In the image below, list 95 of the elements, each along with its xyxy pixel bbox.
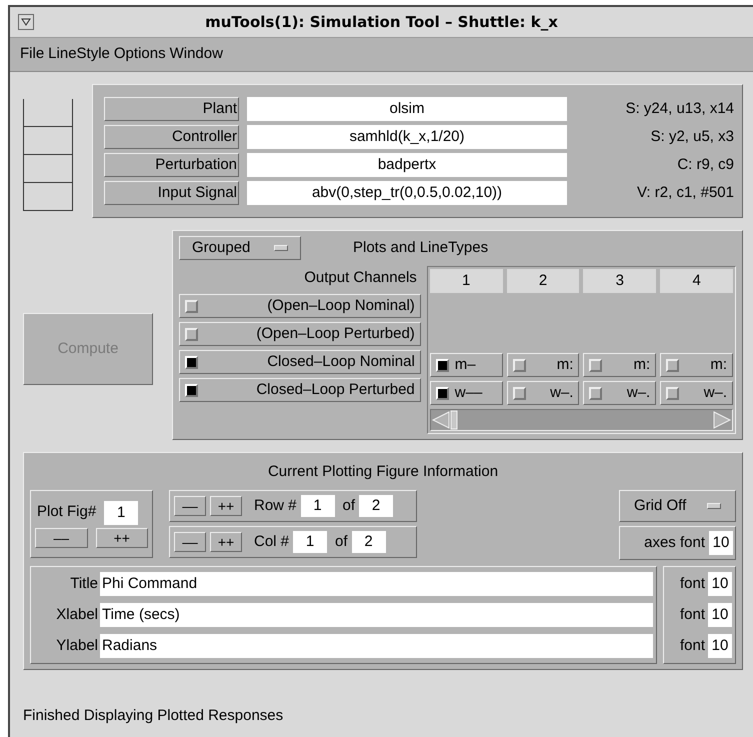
font-size-field[interactable]: 10 xyxy=(709,531,733,555)
column-header: 1 xyxy=(430,269,503,293)
text-field[interactable]: Phi Command xyxy=(100,572,653,596)
plot-fig-field[interactable]: 1 xyxy=(104,500,138,524)
of-label: of xyxy=(335,532,348,552)
decrement-button[interactable]: –– xyxy=(174,496,206,516)
field-button[interactable]: Plant xyxy=(104,97,239,121)
linetype-toggle[interactable]: m: xyxy=(506,353,580,377)
info-text: V: r2, c1, #501 xyxy=(636,182,734,203)
info-text: S: y24, u13, x14 xyxy=(624,98,734,119)
linetype-toggle[interactable]: w–– xyxy=(430,381,503,405)
column-header-label: Output Channels xyxy=(303,268,418,288)
number-field[interactable]: 1 xyxy=(300,495,335,517)
font-size-field[interactable]: 10 xyxy=(708,634,732,658)
linetype-label: m: xyxy=(634,354,650,375)
scroll-left-icon[interactable] xyxy=(430,410,459,430)
linetype-label: m: xyxy=(556,354,574,375)
field-label: Title xyxy=(69,574,99,594)
axes-font-label: axes font xyxy=(644,532,705,553)
increment-button[interactable]: ++ xyxy=(210,496,242,516)
input-field[interactable]: badpertx xyxy=(247,153,567,177)
grouped-dropdown[interactable]: Grouped xyxy=(179,236,301,260)
field-button[interactable]: Input Signal xyxy=(104,181,239,205)
linetype-toggle[interactable]: m– xyxy=(430,353,503,377)
menu-icon[interactable] xyxy=(18,14,34,30)
slot-box[interactable] xyxy=(23,99,73,127)
linetype-toggle[interactable]: m: xyxy=(660,353,734,377)
plot-fig-label: Plot Fig# xyxy=(37,502,96,522)
linetype-label: w–. xyxy=(704,382,728,403)
linetype-toggle[interactable]: w–. xyxy=(660,381,734,405)
field-button[interactable]: Perturbation xyxy=(104,153,239,177)
menu-item[interactable]: LineStyle xyxy=(48,43,110,66)
text-field[interactable]: Time (secs) xyxy=(100,603,653,627)
grid-dropdown[interactable]: Grid Off xyxy=(619,490,736,522)
increment-button[interactable]: ++ xyxy=(210,532,242,552)
linetype-label: m– xyxy=(454,354,476,375)
scrollbar[interactable] xyxy=(430,409,733,431)
text-field[interactable]: Radians xyxy=(100,634,653,658)
font-label: font xyxy=(680,636,705,656)
field-label: Ylabel xyxy=(55,636,99,656)
status-text: Finished Displaying Plotted Responses xyxy=(23,706,284,726)
checkbox[interactable] xyxy=(666,386,680,400)
checkbox[interactable] xyxy=(666,358,680,372)
dropdown-icon xyxy=(274,245,288,251)
of-label: of xyxy=(342,496,356,516)
checkbox[interactable] xyxy=(512,358,526,372)
column-header: 3 xyxy=(583,269,656,293)
linetype-label: w–– xyxy=(454,382,482,403)
dropdown-icon xyxy=(707,503,721,509)
nav-label: Row # xyxy=(254,496,297,516)
font-size-field[interactable]: 10 xyxy=(708,572,732,596)
input-field[interactable]: samhld(k_x,1/20) xyxy=(247,125,567,149)
slot-box[interactable] xyxy=(23,155,73,183)
menu-item[interactable]: Window xyxy=(170,43,223,66)
font-label: font xyxy=(680,604,705,625)
menu-item[interactable]: File xyxy=(20,43,44,66)
channel-toggle[interactable]: (Open–Loop Perturbed) xyxy=(179,322,421,346)
menu-item[interactable]: Options xyxy=(114,43,166,66)
input-field[interactable]: olsim xyxy=(247,97,567,121)
info-text: S: y2, u5, x3 xyxy=(650,126,734,147)
channel-toggle[interactable]: (Open–Loop Nominal) xyxy=(179,294,421,318)
number-field[interactable]: 2 xyxy=(352,531,386,553)
scroll-right-icon[interactable] xyxy=(712,410,732,430)
channel-toggle[interactable]: Closed–Loop Perturbed xyxy=(179,378,421,402)
linetype-toggle[interactable]: w–. xyxy=(583,381,656,405)
checkbox[interactable] xyxy=(185,328,198,340)
column-header: 2 xyxy=(506,269,580,293)
linetype-label: w–. xyxy=(626,382,650,403)
window-title: muTools(1): Simulation Tool – Shuttle: k_x xyxy=(204,12,559,33)
decrement-button[interactable]: –– xyxy=(35,528,88,548)
linetype-toggle[interactable]: w–. xyxy=(506,381,580,405)
nav-label: Col # xyxy=(254,532,290,552)
column-header: 4 xyxy=(660,269,734,293)
field-button[interactable]: Controller xyxy=(104,125,239,149)
number-field[interactable]: 2 xyxy=(359,495,394,517)
increment-button[interactable]: ++ xyxy=(96,528,148,548)
slot-box[interactable] xyxy=(23,183,73,211)
linetype-toggle[interactable]: m: xyxy=(583,353,656,377)
input-field[interactable]: abv(0,step_tr(0,0.5,0.02,10)) xyxy=(247,181,567,205)
checkbox[interactable] xyxy=(589,358,602,372)
linetype-label: m: xyxy=(710,354,728,375)
decrement-button[interactable]: –– xyxy=(174,532,206,552)
panel-title: Current Plotting Figure Information xyxy=(266,462,500,482)
panel-title: Plots and LineTypes xyxy=(353,238,488,258)
checkbox[interactable] xyxy=(589,386,602,400)
slot-box[interactable] xyxy=(23,127,73,155)
linetype-label: w–. xyxy=(550,382,574,403)
info-text: C: r9, c9 xyxy=(676,154,734,175)
checkbox[interactable] xyxy=(185,300,198,312)
font-label: font xyxy=(680,574,705,594)
font-size-field[interactable]: 10 xyxy=(708,603,732,627)
field-label: Xlabel xyxy=(55,604,99,625)
number-field[interactable]: 1 xyxy=(293,531,328,553)
channel-toggle[interactable]: Closed–Loop Nominal xyxy=(179,350,421,374)
checkbox[interactable] xyxy=(512,386,526,400)
